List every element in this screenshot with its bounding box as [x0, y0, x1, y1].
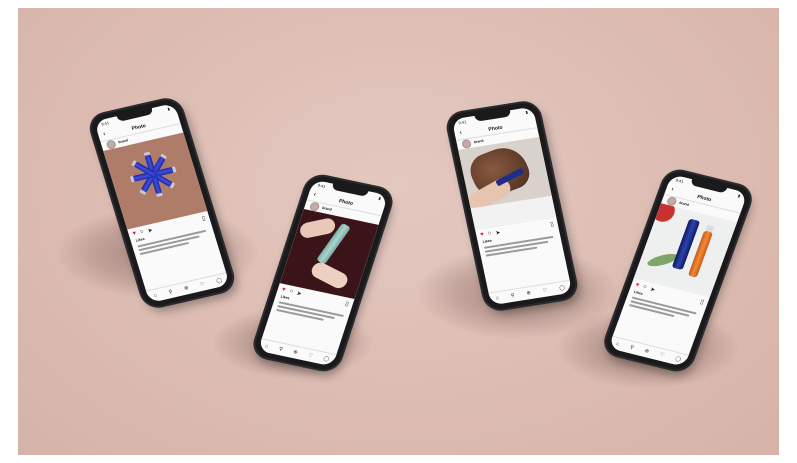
- likes-count: Likes: [482, 238, 493, 244]
- add-icon[interactable]: ⊕: [292, 349, 298, 356]
- mockup-scene: 9:41 ▮ ‹ Photo brand ♥ ○ ➤ ▯ Likes ⌂ ⚲ ⊕…: [18, 8, 779, 455]
- comment-icon[interactable]: ○: [487, 231, 492, 237]
- bookmark-icon[interactable]: ▯: [344, 300, 349, 307]
- username[interactable]: brand: [118, 138, 129, 144]
- comment-icon[interactable]: ○: [642, 284, 648, 291]
- home-icon[interactable]: ⌂: [495, 295, 499, 301]
- post-photo[interactable]: [458, 136, 557, 231]
- status-time: 9:41: [458, 119, 467, 126]
- heart-outline-icon[interactable]: ♡: [542, 287, 548, 294]
- username[interactable]: brand: [679, 201, 690, 207]
- battery-icon: ▮: [377, 195, 382, 201]
- username[interactable]: brand: [474, 139, 484, 144]
- home-icon[interactable]: ⌂: [153, 292, 158, 298]
- profile-icon[interactable]: ◯: [674, 356, 682, 363]
- share-icon[interactable]: ➤: [495, 229, 501, 237]
- post-photo[interactable]: [279, 208, 379, 300]
- back-icon[interactable]: ‹: [313, 192, 317, 198]
- battery-icon: ▮: [525, 109, 529, 115]
- post-photo[interactable]: [633, 203, 738, 298]
- search-icon[interactable]: ⚲: [278, 346, 283, 352]
- status-time: 9:41: [100, 120, 110, 127]
- post-photo[interactable]: [103, 132, 208, 230]
- share-icon[interactable]: ➤: [649, 285, 656, 293]
- status-time: 9:41: [317, 182, 327, 190]
- screen-title: Photo: [487, 124, 504, 133]
- home-icon[interactable]: ⌂: [615, 341, 620, 347]
- bookmark-icon[interactable]: ▯: [550, 220, 555, 227]
- hand-shape: [299, 216, 337, 240]
- search-icon[interactable]: ⚲: [168, 289, 173, 296]
- heart-outline-icon[interactable]: ♡: [199, 281, 205, 288]
- comment-icon[interactable]: ○: [139, 229, 144, 236]
- add-icon[interactable]: ⊕: [183, 285, 189, 292]
- home-icon[interactable]: ⌂: [264, 343, 269, 349]
- heart-icon[interactable]: ♥: [634, 282, 640, 289]
- likes-count: Likes: [280, 294, 291, 301]
- bottom-nav: ⌂ ⚲ ⊕ ♡ ◯: [145, 272, 230, 304]
- status-time: 9:41: [675, 177, 685, 185]
- add-icon[interactable]: ⊕: [644, 348, 650, 355]
- back-icon[interactable]: ‹: [459, 130, 462, 136]
- bookmark-icon[interactable]: ▯: [699, 298, 705, 305]
- username[interactable]: brand: [322, 206, 333, 212]
- profile-icon[interactable]: ◯: [559, 285, 566, 292]
- search-icon[interactable]: ⚲: [629, 344, 635, 351]
- back-icon[interactable]: ‹: [670, 187, 674, 193]
- heart-icon[interactable]: ♥: [281, 287, 286, 293]
- heart-icon[interactable]: ♥: [132, 231, 137, 238]
- battery-icon: ▮: [166, 106, 171, 112]
- profile-icon[interactable]: ◯: [216, 277, 223, 284]
- share-icon[interactable]: ➤: [147, 226, 154, 234]
- heart-outline-icon[interactable]: ♡: [659, 352, 665, 359]
- bookmark-icon[interactable]: ▯: [201, 214, 206, 221]
- likes-count: Likes: [633, 289, 644, 296]
- battery-icon: ▮: [737, 192, 742, 199]
- search-icon[interactable]: ⚲: [510, 293, 515, 299]
- phone-mockup-2: 9:41 ▮ ‹ Photo brand ♥ ○ ➤ ▯ Likes ⌂ ⚲ ⊕…: [251, 173, 395, 373]
- red-flower-shape: [648, 203, 678, 225]
- likes-count: Likes: [135, 236, 146, 243]
- add-icon[interactable]: ⊕: [526, 290, 531, 297]
- profile-icon[interactable]: ◯: [323, 356, 330, 363]
- comment-icon[interactable]: ○: [288, 288, 293, 294]
- heart-icon[interactable]: ♥: [480, 232, 485, 238]
- hand-shape: [308, 259, 351, 291]
- share-icon[interactable]: ➤: [296, 290, 303, 297]
- back-icon[interactable]: ‹: [103, 131, 107, 137]
- heart-outline-icon[interactable]: ♡: [307, 352, 313, 359]
